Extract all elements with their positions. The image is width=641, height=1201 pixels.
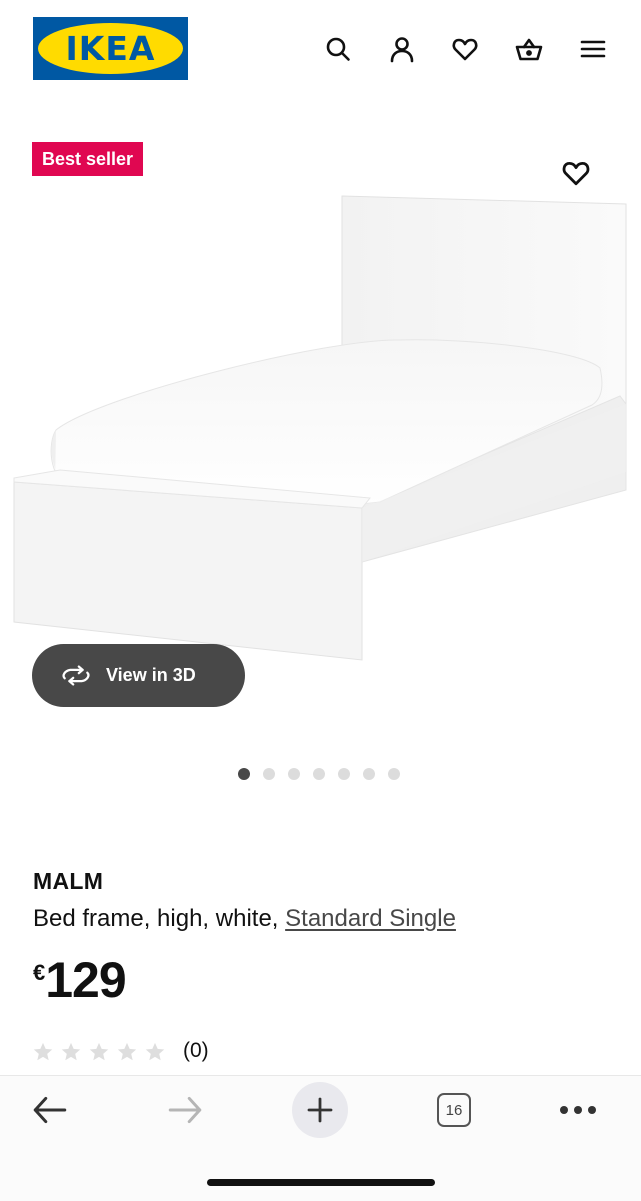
search-icon[interactable] [321,32,355,66]
plus-icon [307,1097,333,1123]
product-description-text: Bed frame, high, white, [33,905,286,932]
tabs-button[interactable]: 16 [424,1080,484,1140]
logo-oval: IKEA [38,23,183,74]
home-indicator [207,1179,435,1186]
best-seller-badge: Best seller [32,142,144,176]
rotate-3d-icon [60,665,92,686]
menu-icon[interactable] [576,32,610,66]
logo-text: IKEA [65,29,156,68]
carousel-dot[interactable] [363,768,375,780]
ikea-logo[interactable]: IKEA [33,17,188,80]
more-button[interactable] [548,1080,608,1140]
price-currency: € [33,960,46,985]
view-in-3d-label: View in 3D [106,665,196,685]
view-in-3d-button[interactable]: View in 3D [32,644,245,707]
rating-stars[interactable] [32,1041,166,1063]
carousel-dot[interactable] [313,768,325,780]
star-icon [61,1042,81,1061]
carousel-indicator [238,768,400,780]
heart-icon [562,161,590,186]
account-icon[interactable] [385,32,419,66]
product-description: Bed frame, high, white, Standard Single [33,905,456,933]
product-image[interactable] [0,190,641,670]
forward-button[interactable] [155,1080,215,1140]
carousel-dot[interactable] [288,768,300,780]
product-name: MALM [33,868,104,894]
more-icon [560,1106,596,1114]
new-tab-button[interactable] [292,1082,348,1138]
size-link[interactable]: Standard Single [285,905,456,932]
star-icon [117,1042,137,1061]
back-button[interactable] [20,1080,80,1140]
basket-icon[interactable] [512,32,546,66]
back-icon [33,1096,67,1124]
tabs-count: 16 [445,1101,463,1119]
heart-icon[interactable] [448,32,482,66]
review-count[interactable]: (0) [183,1039,209,1063]
carousel-dot[interactable] [338,768,350,780]
star-icon [33,1042,53,1061]
star-icon [145,1042,165,1061]
add-to-favourites-button[interactable] [557,154,595,192]
carousel-dot[interactable] [388,768,400,780]
forward-icon [168,1096,202,1124]
price-amount: 129 [45,952,126,1008]
tabs-icon: 16 [437,1093,471,1127]
carousel-dot[interactable] [263,768,275,780]
carousel-dot[interactable] [238,768,250,780]
product-price: € 129 [33,950,127,1010]
star-icon [89,1042,109,1061]
